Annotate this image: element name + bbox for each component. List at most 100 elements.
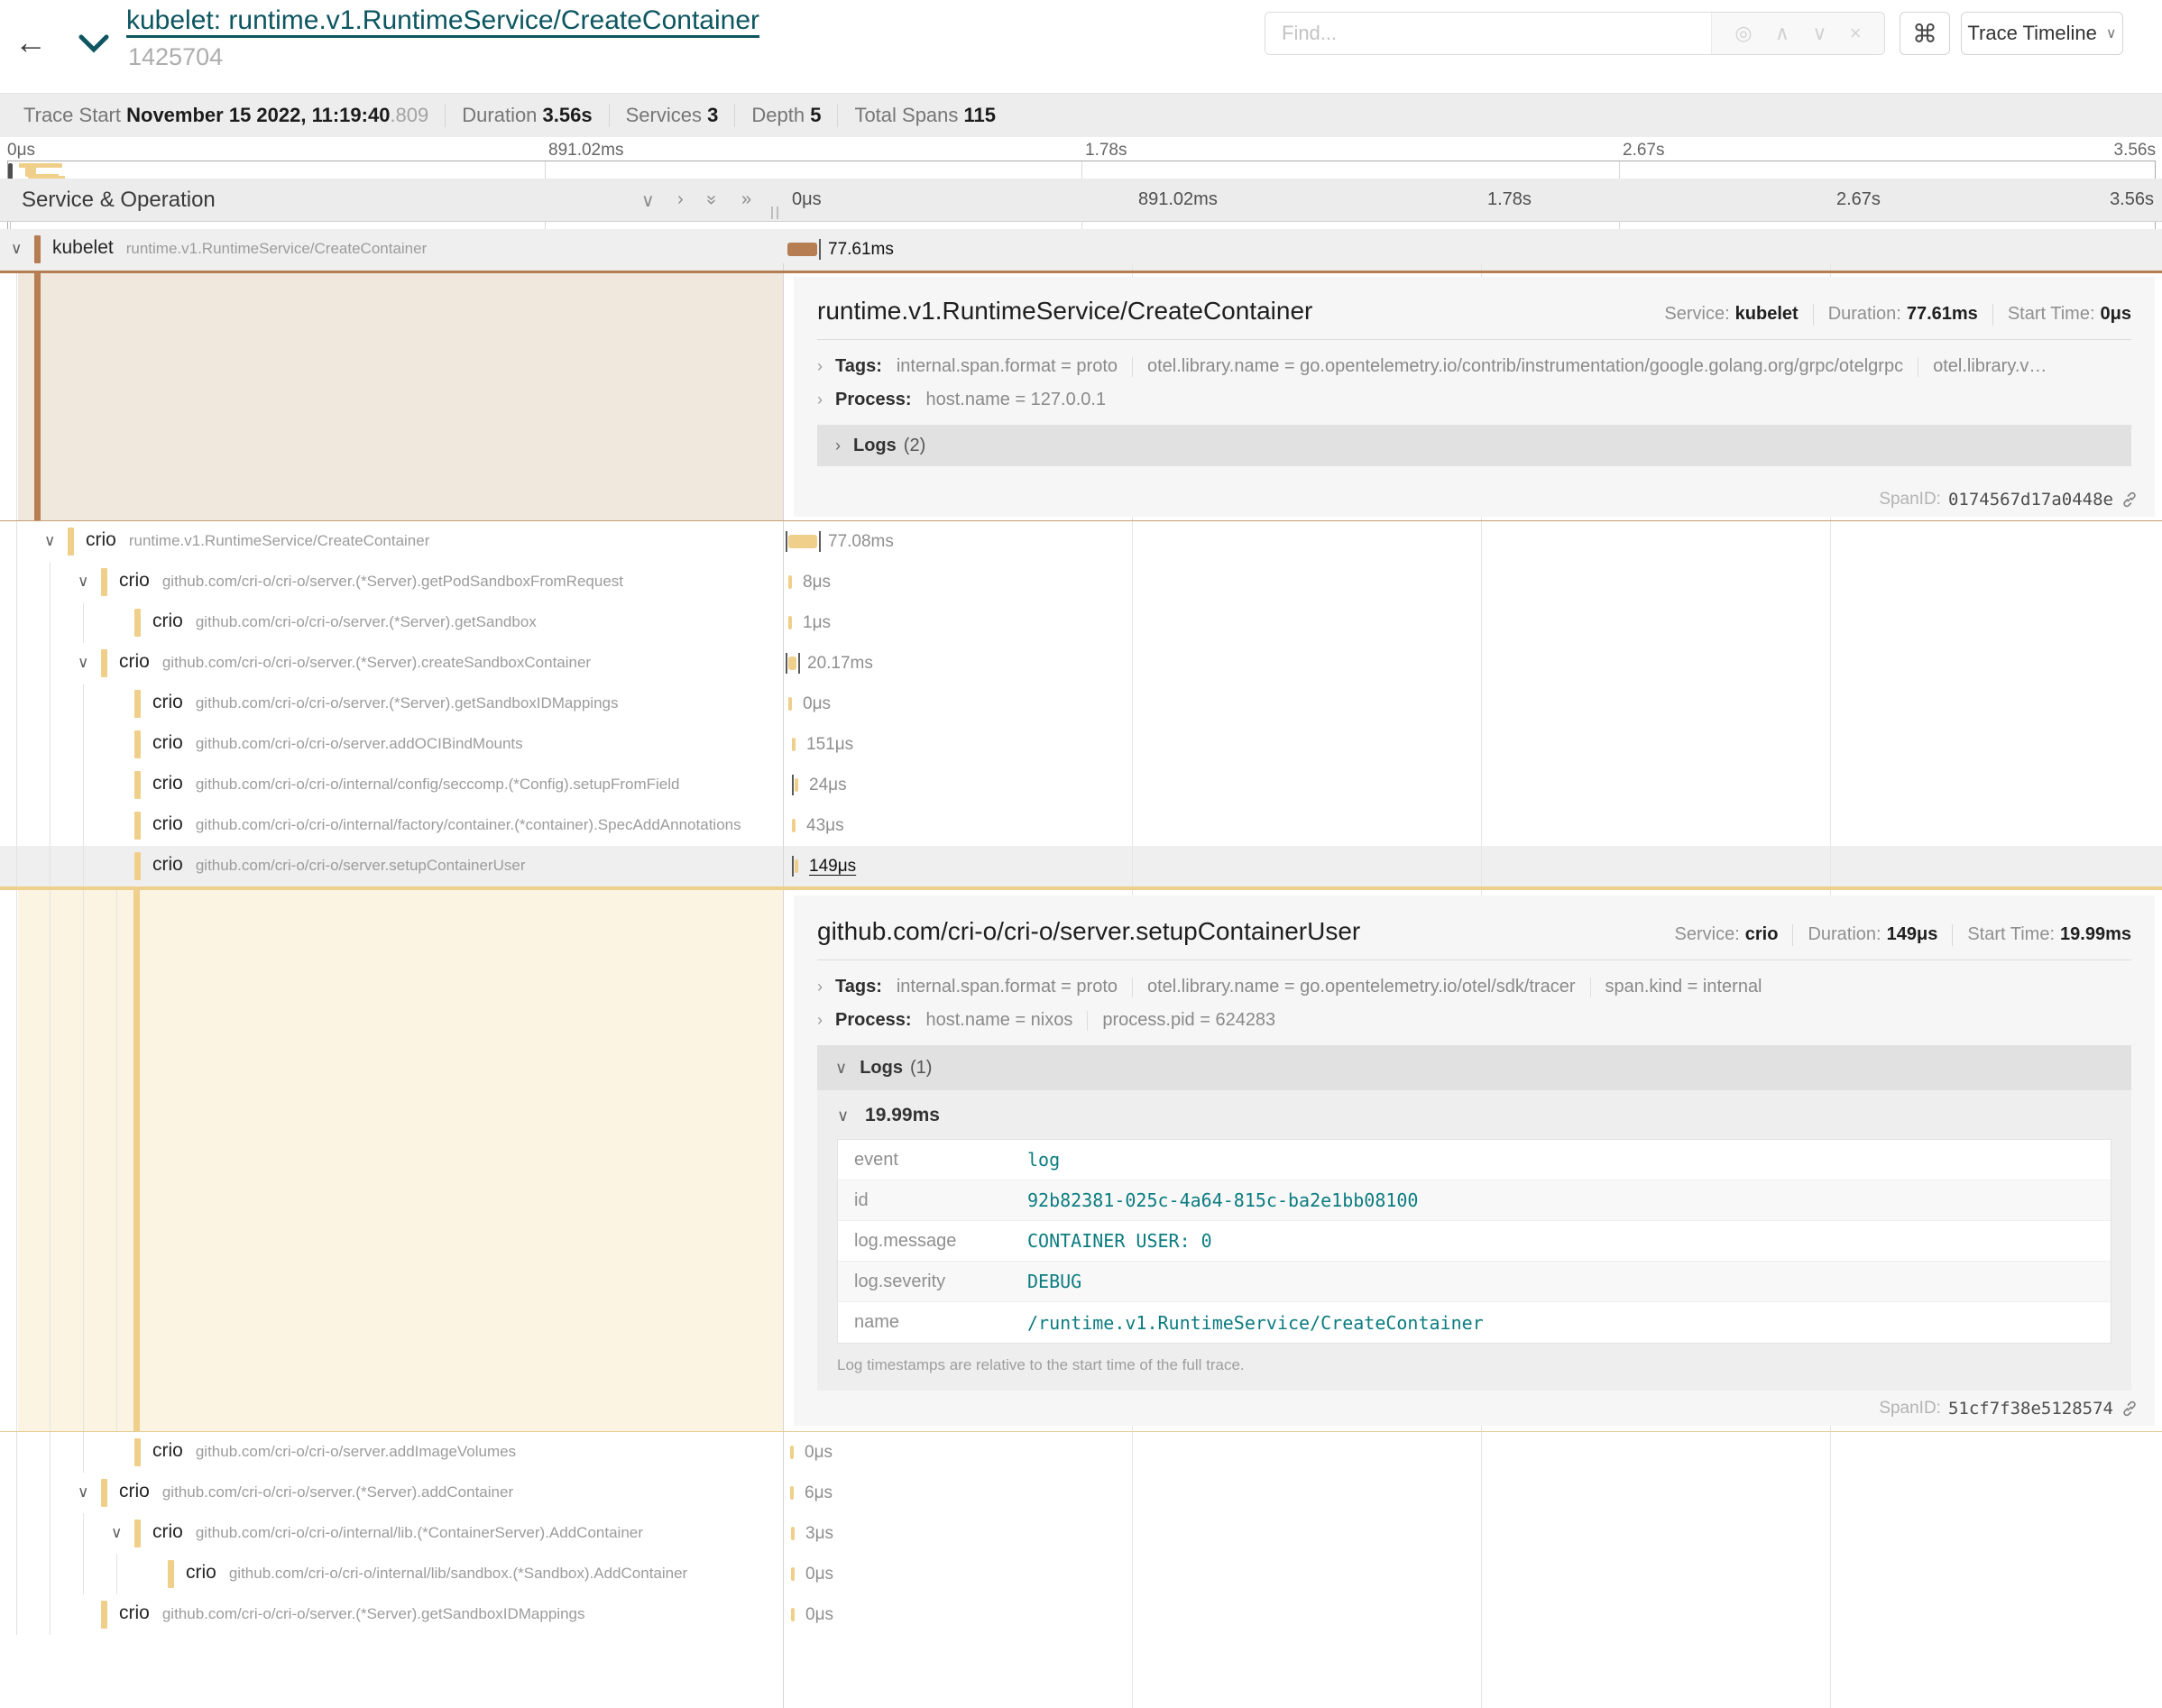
page-header: ← kubelet: runtime.v1.RuntimeService/Cre… [0,0,2162,94]
span-timeline-cell[interactable]: 77.61ms [783,229,2162,271]
row-chevron-icon[interactable]: ∨ [78,573,88,591]
span-row[interactable]: ∨ criogithub.com/cri-o/cri-o/internal/li… [0,1513,2162,1554]
span-bar[interactable] [788,697,792,711]
span-timeline-cell[interactable]: 0μs [783,1432,2162,1473]
span-timeline-cell[interactable]: 8μs [783,562,2162,602]
service-name: crio [152,692,183,713]
expand-one-icon[interactable]: › [677,189,684,210]
span-name-cell[interactable]: ∨ criogithub.com/cri-o/cri-o/internal/co… [0,765,783,805]
link-icon[interactable] [2121,491,2139,509]
ruler-tick: 3.56s [2110,189,2154,210]
locate-icon[interactable]: ◎ [1734,22,1752,45]
span-bar[interactable] [792,819,796,832]
span-name-cell[interactable]: ∨ criogithub.com/cri-o/cri-o/server.(*Se… [0,1473,783,1513]
span-row[interactable]: ∨ criogithub.com/cri-o/cri-o/server.(*Se… [0,1473,2162,1513]
row-chevron-icon[interactable]: ∨ [111,1524,122,1542]
span-row[interactable]: ∨ criogithub.com/cri-o/cri-o/internal/fa… [0,805,2162,846]
span-row[interactable]: ∨ criogithub.com/cri-o/cri-o/internal/li… [0,1554,2162,1594]
span-name-cell[interactable]: ∨ criogithub.com/cri-o/cri-o/internal/li… [0,1513,783,1554]
span-name-cell[interactable]: ∨ criogithub.com/cri-o/cri-o/server.(*Se… [0,643,783,684]
span-name-cell[interactable]: ∨ criogithub.com/cri-o/cri-o/server.addI… [0,1432,783,1473]
tags-row[interactable]: › Tags: internal.span.format = proto ote… [817,977,2131,997]
tags-row[interactable]: › Tags: internal.span.format = proto ote… [817,356,2131,377]
span-timeline-cell[interactable]: 151μs [783,724,2162,765]
collapse-trace-header-icon[interactable] [78,34,110,59]
span-name-cell[interactable]: ∨ criogithub.com/cri-o/cri-o/server.(*Se… [0,684,783,724]
span-row[interactable]: ∨ criogithub.com/cri-o/cri-o/server.setu… [0,846,2162,886]
span-timeline-cell[interactable]: 6μs [783,1473,2162,1513]
span-bar[interactable] [788,535,817,548]
span-name-cell[interactable]: ∨ kubeletruntime.v1.RuntimeService/Creat… [0,229,783,271]
chevron-right-icon: › [817,978,823,996]
span-row[interactable]: ∨ crioruntime.v1.RuntimeService/CreateCo… [0,521,2162,562]
span-timeline-cell[interactable]: 0μs [783,1594,2162,1635]
row-chevron-icon[interactable]: ∨ [44,532,55,550]
span-row[interactable]: ∨ kubeletruntime.v1.RuntimeService/Creat… [0,229,2162,271]
span-row[interactable]: ∨ criogithub.com/cri-o/cri-o/server.addI… [0,1432,2162,1473]
span-bar[interactable] [790,1446,794,1459]
span-bar[interactable] [795,859,798,873]
chevron-right-icon: › [835,436,841,455]
clear-find-icon[interactable]: × [1850,22,1862,45]
next-match-icon[interactable]: ∨ [1812,22,1826,45]
link-icon[interactable] [2121,1400,2139,1418]
span-timeline-cell[interactable]: 24μs [783,765,2162,805]
span-timeline-cell[interactable]: 3μs [783,1513,2162,1554]
span-name-cell[interactable]: ∨ criogithub.com/cri-o/cri-o/internal/fa… [0,805,783,846]
collapse-all-icon[interactable]: » [701,195,722,205]
span-timeline-cell[interactable]: 0μs [783,684,2162,724]
span-bar[interactable] [790,1486,794,1500]
span-timeline-cell[interactable]: 149μs [783,846,2162,886]
span-name-cell[interactable]: ∨ criogithub.com/cri-o/cri-o/server.(*Se… [0,562,783,602]
row-chevron-icon[interactable]: ∨ [11,240,22,258]
span-row[interactable]: ∨ criogithub.com/cri-o/cri-o/server.(*Se… [0,602,2162,643]
span-timeline-cell[interactable]: 0μs [783,1554,2162,1594]
span-name-cell[interactable]: ∨ crioruntime.v1.RuntimeService/CreateCo… [0,521,783,562]
span-timeline-cell[interactable]: 43μs [783,805,2162,846]
span-timeline-cell[interactable]: 20.17ms [783,643,2162,684]
span-row[interactable]: ∨ criogithub.com/cri-o/cri-o/internal/co… [0,765,2162,805]
row-chevron-icon[interactable]: ∨ [78,1483,88,1501]
process-row[interactable]: › Process: host.name = 127.0.0.1 [817,390,2131,410]
back-arrow-icon[interactable]: ← [14,23,47,61]
column-resizer-grip[interactable] [771,207,778,219]
collapse-one-icon[interactable]: ∨ [641,189,655,212]
span-bar[interactable] [788,575,792,589]
trace-id: 1425704 [128,43,223,71]
span-timeline-cell[interactable]: 77.08ms [783,521,2162,562]
span-bar[interactable] [791,1567,795,1581]
span-name-cell[interactable]: ∨ criogithub.com/cri-o/cri-o/server.(*Se… [0,1594,783,1635]
span-name-cell[interactable]: ∨ criogithub.com/cri-o/cri-o/internal/li… [0,1554,783,1594]
span-bar[interactable] [791,1527,795,1540]
row-chevron-icon[interactable]: ∨ [78,654,88,672]
span-bar[interactable] [792,738,796,751]
span-timeline-cell[interactable]: 1μs [783,602,2162,643]
log-entry-header[interactable]: ∨ 19.99ms [837,1105,2111,1126]
span-bar[interactable] [788,657,796,670]
span-row[interactable]: ∨ criogithub.com/cri-o/cri-o/server.(*Se… [0,643,2162,684]
span-bar[interactable] [791,1608,795,1621]
prev-match-icon[interactable]: ∧ [1775,22,1789,45]
span-bar[interactable] [788,616,792,629]
span-row[interactable]: ∨ criogithub.com/cri-o/cri-o/server.(*Se… [0,1594,2162,1635]
ruler-tick: 1.78s [1487,189,1532,210]
span-bar[interactable] [787,243,817,256]
span-row[interactable]: ∨ criogithub.com/cri-o/cri-o/server.(*Se… [0,684,2162,724]
trace-view-selector[interactable]: Trace Timeline ∨ [1961,12,2123,55]
trace-title-link[interactable]: kubelet: runtime.v1.RuntimeService/Creat… [126,5,759,36]
chevron-right-icon: › [817,1011,823,1030]
logs-section-header[interactable]: ∨ Logs (1) [817,1045,2131,1090]
span-row[interactable]: ∨ criogithub.com/cri-o/cri-o/server.addO… [0,724,2162,765]
find-input[interactable] [1265,13,1711,54]
service-name: crio [152,773,183,794]
span-name-cell[interactable]: ∨ criogithub.com/cri-o/cri-o/server.addO… [0,724,783,765]
expand-all-icon[interactable]: » [741,189,751,210]
operation-name: github.com/cri-o/cri-o/server.(*Server).… [162,654,591,671]
span-row[interactable]: ∨ criogithub.com/cri-o/cri-o/server.(*Se… [0,562,2162,602]
span-name-cell[interactable]: ∨ criogithub.com/cri-o/cri-o/server.(*Se… [0,602,783,643]
process-row[interactable]: › Process: host.name = nixos process.pid… [817,1010,2131,1031]
keyboard-shortcuts-button[interactable]: ⌘ [1900,12,1950,55]
span-bar[interactable] [795,778,798,792]
logs-section-header[interactable]: › Logs (2) [817,425,2131,466]
span-name-cell[interactable]: ∨ criogithub.com/cri-o/cri-o/server.setu… [0,846,783,886]
